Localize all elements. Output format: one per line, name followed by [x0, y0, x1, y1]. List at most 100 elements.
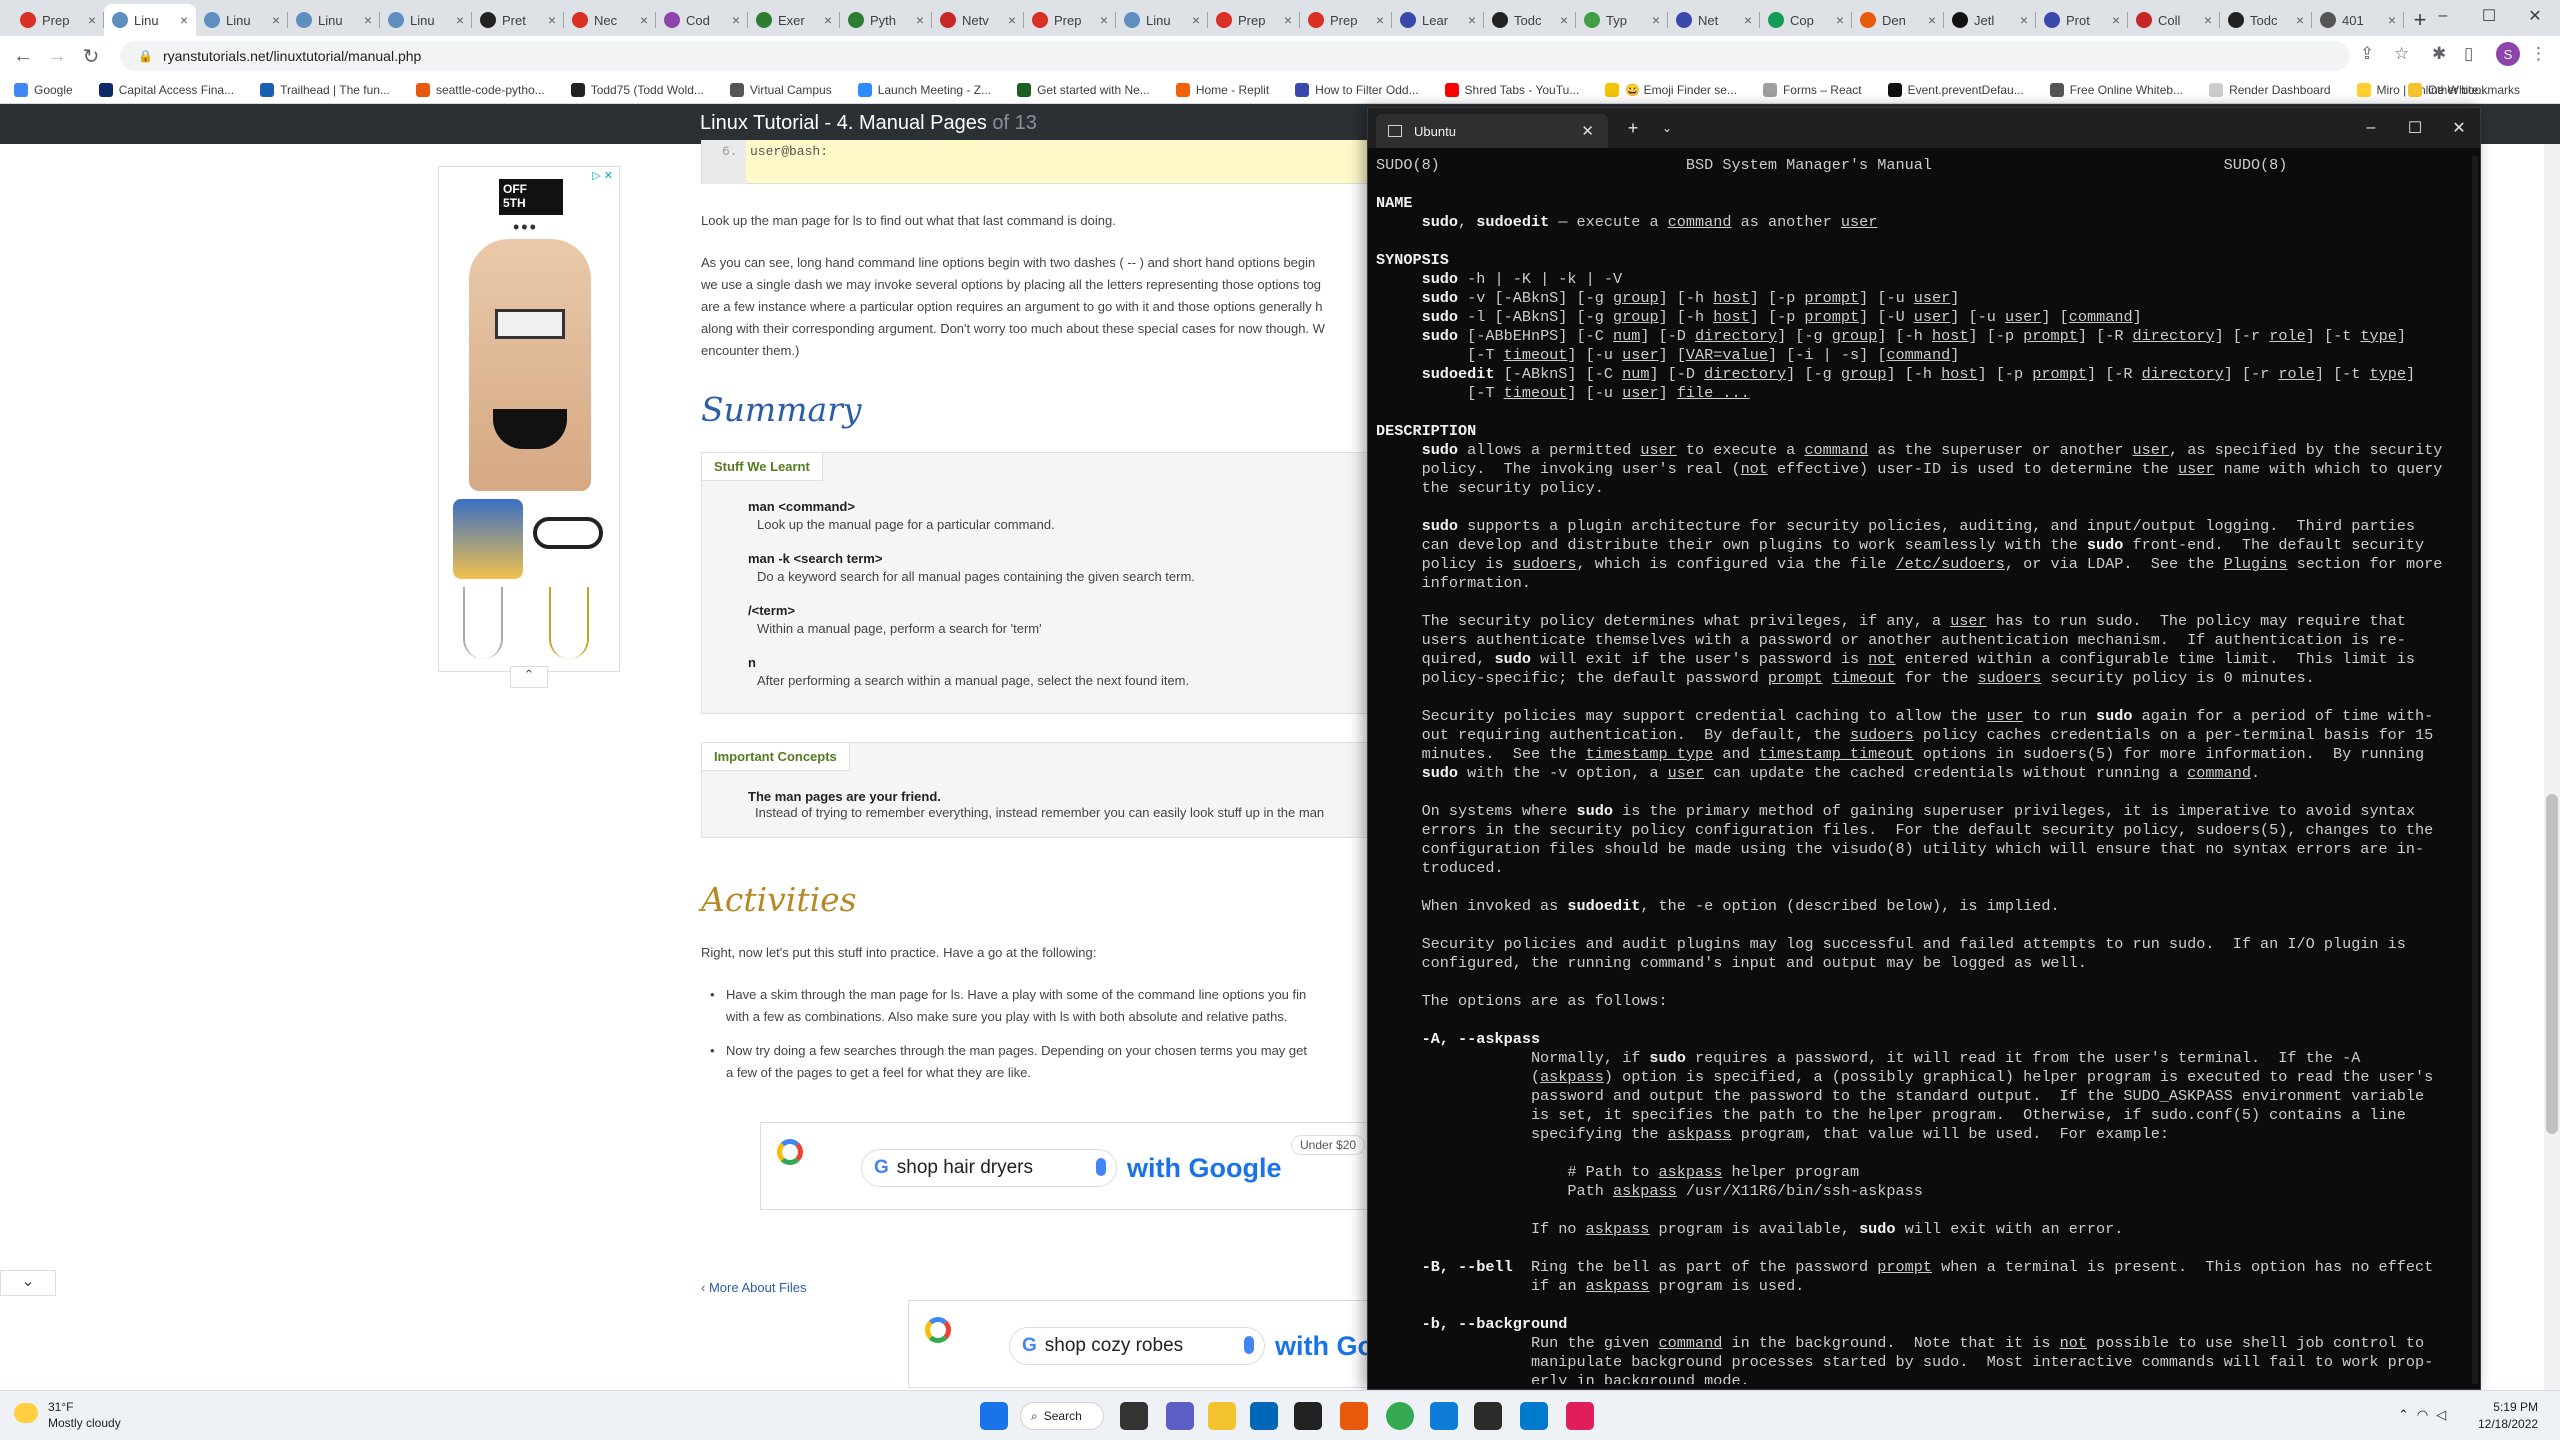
- browser-tab[interactable]: Pret ×: [472, 4, 564, 36]
- browser-tab[interactable]: Lear ×: [1392, 4, 1484, 36]
- terminal-minimize-button[interactable]: –: [2348, 114, 2394, 142]
- ad-search-box[interactable]: G shop hair dryers: [861, 1149, 1117, 1187]
- browser-tab[interactable]: 401 ×: [2312, 4, 2404, 36]
- close-tab-icon[interactable]: ×: [1100, 12, 1108, 28]
- back-icon[interactable]: ←: [6, 39, 40, 73]
- forward-icon[interactable]: →: [40, 39, 74, 73]
- slack-icon[interactable]: [1566, 1402, 1594, 1430]
- menu-icon[interactable]: ⋮: [2530, 44, 2547, 64]
- browser-tab[interactable]: Prep ×: [1024, 4, 1116, 36]
- address-bar[interactable]: 🔒 ryanstutorials.net/linuxtutorial/manua…: [120, 41, 2350, 71]
- close-tab-icon[interactable]: ×: [2020, 12, 2028, 28]
- close-tab-icon[interactable]: ×: [2204, 12, 2212, 28]
- close-tab-icon[interactable]: ×: [916, 12, 924, 28]
- browser-tab[interactable]: Net ×: [1668, 4, 1760, 36]
- store-icon[interactable]: [1250, 1402, 1278, 1430]
- browser-tab[interactable]: Cop ×: [1760, 4, 1852, 36]
- terminal-close-button[interactable]: ✕: [2436, 114, 2482, 142]
- close-tab-icon[interactable]: ×: [88, 12, 96, 28]
- ad-collapse-button[interactable]: ⌃: [510, 666, 548, 688]
- browser-tab[interactable]: Cod ×: [656, 4, 748, 36]
- bookmark-item[interactable]: Google: [14, 82, 73, 97]
- app-icon[interactable]: [1294, 1402, 1322, 1430]
- tab-important-concepts[interactable]: Important Concepts: [702, 743, 850, 771]
- browser-tab[interactable]: Typ ×: [1576, 4, 1668, 36]
- extensions-icon[interactable]: ✱: [2432, 44, 2446, 64]
- close-tab-icon[interactable]: ×: [1652, 12, 1660, 28]
- browser-tab[interactable]: Linu ×: [104, 4, 196, 36]
- adchoices-icon[interactable]: ▷ ✕: [592, 169, 613, 182]
- close-tab-icon[interactable]: ×: [1376, 12, 1384, 28]
- bookmark-item[interactable]: seattle-code-pytho...: [415, 82, 545, 97]
- chrome-icon[interactable]: [1386, 1402, 1414, 1430]
- other-bookmarks[interactable]: Other bookmarks: [2407, 82, 2520, 97]
- close-tab-icon[interactable]: ×: [1284, 12, 1292, 28]
- system-tray[interactable]: ⌃◠◁: [2398, 1407, 2454, 1423]
- profile-avatar[interactable]: S: [2496, 42, 2520, 66]
- close-tab-icon[interactable]: ×: [1836, 12, 1844, 28]
- browser-tab[interactable]: Netv ×: [932, 4, 1024, 36]
- close-window-button[interactable]: ✕: [2512, 0, 2558, 32]
- close-tab-icon[interactable]: ×: [456, 12, 464, 28]
- bookmark-item[interactable]: Render Dashboard: [2209, 82, 2331, 97]
- tab-dropdown-icon[interactable]: ⌄: [1644, 114, 1690, 142]
- close-tab-icon[interactable]: ×: [2388, 12, 2396, 28]
- close-tab-icon[interactable]: ×: [1928, 12, 1936, 28]
- display-ad[interactable]: OFF 5TH ▷ ✕ •••: [438, 166, 620, 672]
- terminal-maximize-button[interactable]: ☐: [2392, 114, 2438, 142]
- bookmark-item[interactable]: Free Online Whiteb...: [2049, 82, 2183, 97]
- browser-tab[interactable]: Jetl ×: [1944, 4, 2036, 36]
- browser-tab[interactable]: Linu ×: [196, 4, 288, 36]
- bookmark-item[interactable]: Virtual Campus: [729, 82, 832, 97]
- terminal-icon[interactable]: [1474, 1402, 1502, 1430]
- bookmark-item[interactable]: Shred Tabs - YouTu...: [1444, 82, 1579, 97]
- chat-icon[interactable]: [1166, 1402, 1194, 1430]
- browser-tab[interactable]: Linu ×: [380, 4, 472, 36]
- bookmark-item[interactable]: Trailhead | The fun...: [260, 82, 390, 97]
- close-tab-icon[interactable]: ✕: [1581, 122, 1594, 140]
- browser-tab[interactable]: Prot ×: [2036, 4, 2128, 36]
- terminal-window[interactable]: Ubuntu ✕ + ⌄ – ☐ ✕ SUDO(8) BSD System Ma…: [1367, 107, 2481, 1390]
- close-tab-icon[interactable]: ×: [548, 12, 556, 28]
- reload-icon[interactable]: ↻: [74, 39, 108, 73]
- bookmark-item[interactable]: 😀 Emoji Finder se...: [1605, 82, 1737, 97]
- browser-tab[interactable]: Prep ×: [1208, 4, 1300, 36]
- close-tab-icon[interactable]: ×: [1468, 12, 1476, 28]
- vscode-icon[interactable]: [1520, 1402, 1548, 1430]
- browser-tab[interactable]: Nec ×: [564, 4, 656, 36]
- office-icon[interactable]: [1340, 1402, 1368, 1430]
- bookmark-item[interactable]: How to Filter Odd...: [1295, 82, 1419, 97]
- browser-tab[interactable]: Coll ×: [2128, 4, 2220, 36]
- bookmark-star-icon[interactable]: ☆: [2394, 44, 2409, 64]
- close-tab-icon[interactable]: ×: [2296, 12, 2304, 28]
- scrollbar-thumb[interactable]: [2546, 794, 2558, 1134]
- close-tab-icon[interactable]: ×: [640, 12, 648, 28]
- close-tab-icon[interactable]: ×: [1560, 12, 1568, 28]
- close-tab-icon[interactable]: ×: [732, 12, 740, 28]
- wifi-icon[interactable]: ◠: [2417, 1407, 2436, 1422]
- bookmark-item[interactable]: Home - Replit: [1175, 82, 1269, 97]
- start-icon[interactable]: [980, 1402, 1008, 1430]
- browser-tab[interactable]: Exer ×: [748, 4, 840, 36]
- task-view-icon[interactable]: [1120, 1402, 1148, 1430]
- browser-tab[interactable]: Linu ×: [1116, 4, 1208, 36]
- bookmark-item[interactable]: Todd75 (Todd Wold...: [570, 82, 704, 97]
- maximize-button[interactable]: ☐: [2466, 0, 2512, 32]
- close-tab-icon[interactable]: ×: [364, 12, 372, 28]
- browser-tab[interactable]: Prep ×: [1300, 4, 1392, 36]
- browser-tab[interactable]: Todc ×: [2220, 4, 2312, 36]
- browser-tab[interactable]: Todc ×: [1484, 4, 1576, 36]
- close-tab-icon[interactable]: ×: [1192, 12, 1200, 28]
- close-tab-icon[interactable]: ×: [1008, 12, 1016, 28]
- bookmark-item[interactable]: Event.preventDefau...: [1887, 82, 2024, 97]
- tab-stuff-we-learnt[interactable]: Stuff We Learnt: [702, 453, 823, 481]
- close-tab-icon[interactable]: ×: [824, 12, 832, 28]
- minimize-button[interactable]: –: [2420, 0, 2466, 32]
- close-tab-icon[interactable]: ×: [2112, 12, 2120, 28]
- terminal-output[interactable]: SUDO(8) BSD System Manager's Manual SUDO…: [1376, 156, 2466, 1384]
- terminal-scrollbar[interactable]: [2472, 156, 2478, 1384]
- collapse-button[interactable]: ⌄: [0, 1270, 56, 1296]
- close-tab-icon[interactable]: ×: [180, 12, 188, 28]
- bookmark-item[interactable]: Forms – React: [1762, 82, 1862, 97]
- volume-icon[interactable]: ◁: [2436, 1407, 2454, 1422]
